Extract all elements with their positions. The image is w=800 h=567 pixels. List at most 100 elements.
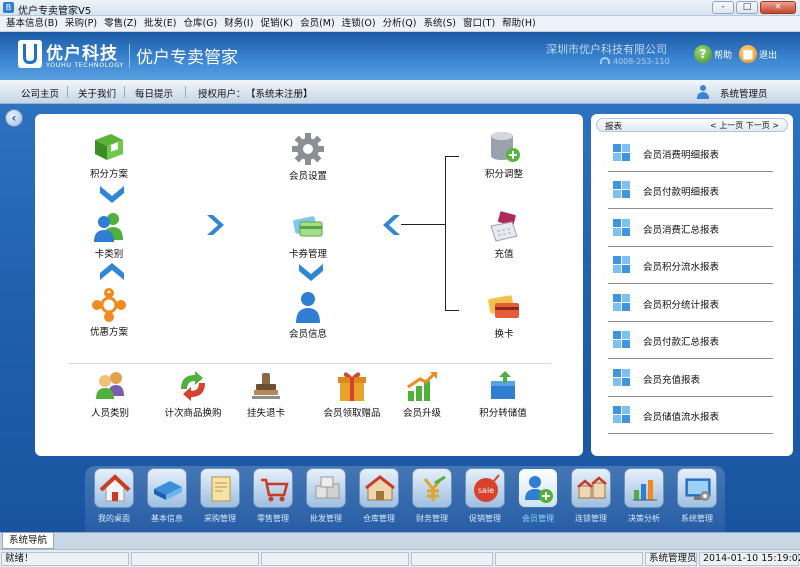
exit-button[interactable]: ■ 退出 <box>739 45 777 63</box>
status-panel <box>411 552 493 566</box>
staff-type-action[interactable]: 人员类别 <box>75 369 145 419</box>
daily-tip-link[interactable]: 每日提示 <box>135 86 173 100</box>
menu-help[interactable]: 帮助(H) <box>500 16 541 31</box>
status-panel <box>261 552 409 566</box>
tab-system-nav[interactable]: 系统导航 <box>2 533 55 549</box>
pos-terminal-icon <box>486 210 522 244</box>
menu-chain[interactable]: 连锁(O) <box>340 16 381 31</box>
menu-retail[interactable]: 零售(Z) <box>102 16 142 31</box>
member-upgrade-action[interactable]: 会员升级 <box>387 369 457 419</box>
status-panel <box>131 552 259 566</box>
report-item[interactable]: 会员储值流水报表 <box>608 397 773 434</box>
gift-claim-action[interactable]: 会员领取赠品 <box>307 369 397 419</box>
member-settings-node[interactable]: 会员设置 <box>273 132 343 182</box>
close-button[interactable]: × <box>760 1 796 14</box>
menu-promotion[interactable]: 促销(K) <box>258 16 298 31</box>
menu-finance[interactable]: 财务(I) <box>222 16 258 31</box>
menu-warehouse[interactable]: 仓库(G) <box>181 16 222 31</box>
menu-analysis[interactable]: 分析(Q) <box>381 16 422 31</box>
header-divider <box>129 44 130 68</box>
help-icon: ? <box>694 45 712 63</box>
report-item[interactable]: 会员消费汇总报表 <box>608 210 773 247</box>
report-icon <box>613 294 631 312</box>
report-item[interactable]: 会员消费明细报表 <box>608 135 773 172</box>
app-icon: B <box>3 2 14 13</box>
dock-retail[interactable]: 零售管理 <box>250 468 296 530</box>
points-plan-label: 积分方案 <box>89 169 128 180</box>
card-type-label: 卡类别 <box>94 249 124 260</box>
member-upgrade-label: 会员升级 <box>402 408 441 419</box>
menu-window[interactable]: 窗口(T) <box>461 16 500 31</box>
menu-bar: 基本信息(B) 采购(P) 零售(Z) 批发(E) 仓库(G) 财务(I) 促销… <box>0 16 800 32</box>
dock-analysis[interactable]: 决策分析 <box>621 468 667 530</box>
points-adjust-node[interactable]: 积分调整 <box>469 130 539 180</box>
report-item[interactable]: 会员付款汇总报表 <box>608 322 773 359</box>
card-type-node[interactable]: 卡类别 <box>74 210 144 260</box>
points-adjust-label: 积分调整 <box>484 169 523 180</box>
menu-member[interactable]: 会员(M) <box>298 16 340 31</box>
menu-basic-info[interactable]: 基本信息(B) <box>4 16 63 31</box>
dock-label: 促销管理 <box>469 514 501 523</box>
report-icon <box>613 406 631 424</box>
dock-wholesale[interactable]: 批发管理 <box>303 468 349 530</box>
points-plan-node[interactable]: 积分方案 <box>74 130 144 180</box>
reports-panel: 报表 < 上一页 下一页 > 会员消费明细报表 会员付款明细报表 会员消费汇总报… <box>591 114 793 456</box>
member-info-node[interactable]: 会员信息 <box>273 290 343 340</box>
menu-system[interactable]: 系统(S) <box>421 16 460 31</box>
dock-promotion[interactable]: sale 促销管理 <box>462 468 508 530</box>
points-to-value-action[interactable]: 积分转储值 <box>463 369 543 419</box>
dock-warehouse[interactable]: 仓库管理 <box>356 468 402 530</box>
cards-icon <box>290 210 326 244</box>
app-window: B 优户专卖管家V5 - □ × 基本信息(B) 采购(P) 零售(Z) 批发(… <box>0 0 800 567</box>
dock-finance[interactable]: 财务管理 <box>409 468 455 530</box>
dock-basic-info[interactable]: 基本信息 <box>144 468 190 530</box>
card-management-node[interactable]: 卡券管理 <box>273 210 343 260</box>
report-item[interactable]: 会员积分统计报表 <box>608 285 773 322</box>
help-button[interactable]: ? 帮助 <box>694 45 732 63</box>
dock-purchase[interactable]: 采购管理 <box>197 468 243 530</box>
dock-my-desktop[interactable]: 我的桌面 <box>91 468 137 530</box>
report-item[interactable]: 会员充值报表 <box>608 360 773 397</box>
recharge-node[interactable]: 充值 <box>469 210 539 260</box>
menu-purchase[interactable]: 采购(P) <box>63 16 102 31</box>
menu-wholesale[interactable]: 批发(E) <box>142 16 181 31</box>
chevron-up-icon <box>97 260 127 284</box>
report-label: 会员积分流水报表 <box>643 262 720 273</box>
status-ready: 就绪！ <box>1 552 129 566</box>
member-info-label: 会员信息 <box>288 329 327 340</box>
dock-system[interactable]: 系统管理 <box>674 468 720 530</box>
discount-plan-node[interactable]: 优惠方案 <box>74 288 144 338</box>
report-loss-action[interactable]: 挂失退卡 <box>231 369 301 419</box>
growth-chart-icon <box>404 369 440 403</box>
report-icon <box>613 331 631 349</box>
report-item[interactable]: 会员积分流水报表 <box>608 247 773 284</box>
change-card-node[interactable]: 换卡 <box>469 290 539 340</box>
report-item[interactable]: 会员付款明细报表 <box>608 172 773 209</box>
company-home-link[interactable]: 公司主页 <box>21 86 59 100</box>
nav-bar: 公司主页 关于我们 每日提示 授权用户： 【系统未注册】 系统管理员 <box>0 80 800 104</box>
gift-claim-label: 会员领取赠品 <box>323 408 381 419</box>
maximize-button[interactable]: □ <box>736 1 758 14</box>
reports-pager[interactable]: < 上一页 下一页 > <box>710 120 779 131</box>
back-icon[interactable]: ‹ <box>5 109 23 127</box>
chevron-down-icon <box>97 182 127 206</box>
help-label: 帮助 <box>714 50 733 61</box>
nav-separator <box>67 86 68 98</box>
reports-header: 报表 < 上一页 下一页 > <box>596 118 788 132</box>
minimize-button[interactable]: - <box>712 1 734 14</box>
report-icon <box>613 369 631 387</box>
status-panel <box>495 552 643 566</box>
about-link[interactable]: 关于我们 <box>78 86 116 100</box>
report-label: 会员储值流水报表 <box>643 412 720 423</box>
report-label: 会员消费明细报表 <box>643 150 720 161</box>
sale-tag-icon: sale <box>474 474 500 502</box>
logo-icon <box>18 40 42 68</box>
dock-label: 零售管理 <box>257 514 289 523</box>
window-controls: - □ × <box>712 1 796 14</box>
dock-label: 会员管理 <box>522 514 554 523</box>
user-icon <box>290 290 326 324</box>
dock-member[interactable]: 会员管理 <box>515 468 561 530</box>
dock-chain[interactable]: 连锁管理 <box>568 468 614 530</box>
report-label: 会员付款汇总报表 <box>643 337 720 348</box>
count-exchange-action[interactable]: 计次商品换购 <box>153 369 233 419</box>
